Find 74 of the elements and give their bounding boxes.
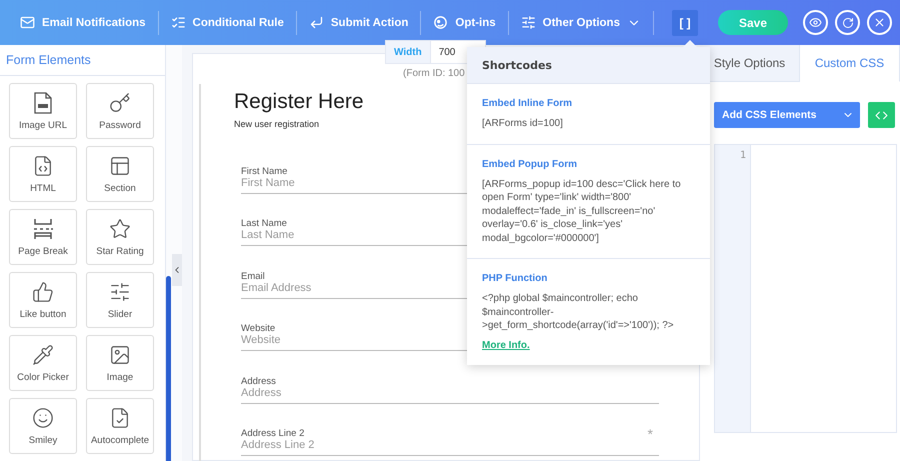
section-layout-icon bbox=[109, 154, 131, 176]
field-label: Address bbox=[241, 376, 276, 386]
tile-label: HTML bbox=[30, 182, 56, 194]
form-subtitle: New user registration bbox=[234, 119, 320, 129]
input-field[interactable]: First Name bbox=[241, 176, 441, 188]
field-label: Website bbox=[241, 323, 276, 334]
form-element-tile[interactable]: Autocomplete bbox=[86, 398, 154, 454]
close-icon bbox=[873, 16, 886, 29]
smiley-icon bbox=[32, 406, 54, 428]
required-mark: * bbox=[648, 426, 653, 442]
shortcode-text: [ARForms_popup id=100 desc='Click here to open Form' type='link' width='800' modaleffect='fade_in' is_fullscreen='no' overlay='0.6' is_close_link='yes' modal_bgcolor='#000000'] bbox=[482, 178, 682, 245]
tile-label: Image bbox=[106, 372, 134, 382]
eye-icon bbox=[809, 16, 822, 29]
tile-label: Image URL bbox=[18, 120, 68, 130]
input-field[interactable]: Email Address bbox=[241, 282, 441, 294]
section-heading: PHP Function bbox=[482, 273, 548, 284]
field-label: First Name bbox=[241, 166, 288, 176]
input-field[interactable]: Address bbox=[241, 386, 441, 398]
check-file-icon bbox=[109, 406, 131, 428]
tile-label: Slider bbox=[108, 308, 132, 320]
refresh-button[interactable] bbox=[835, 10, 860, 35]
form-title: Register Here bbox=[234, 90, 364, 114]
tile-label: Password bbox=[99, 120, 141, 130]
form-id: (Form ID: 100 bbox=[402, 68, 466, 81]
field-label: Email bbox=[241, 270, 265, 282]
shortcode-text: <?php global $maincontroller; echo $maincontroller->get_form_shortcode(array('id'=>'100')); ?> bbox=[482, 292, 675, 332]
refresh-icon bbox=[842, 16, 854, 28]
shortcode-button[interactable]: [ ] bbox=[672, 10, 698, 36]
form-element-tile[interactable]: Slider bbox=[86, 272, 154, 328]
line-number: 1 bbox=[740, 150, 746, 161]
section-heading: Embed Popup Form bbox=[482, 158, 578, 170]
section-heading: Embed Inline Form bbox=[482, 98, 574, 109]
panel-tab[interactable]: Style Options bbox=[700, 45, 800, 82]
form-element-tile[interactable]: HTML bbox=[9, 146, 77, 202]
tile-label: Star Rating bbox=[96, 246, 144, 256]
key-icon bbox=[109, 92, 131, 114]
sliders-icon bbox=[109, 280, 131, 302]
tile-label: Smiley bbox=[28, 434, 58, 446]
input-field[interactable]: Website bbox=[241, 334, 441, 346]
form-element-tile[interactable]: Like button bbox=[9, 272, 77, 328]
input-field[interactable]: Address Line 2 bbox=[241, 439, 441, 451]
checklist-icon bbox=[170, 15, 186, 30]
star-icon bbox=[109, 218, 131, 240]
tile-label: Section bbox=[104, 182, 136, 194]
page-break-icon bbox=[32, 218, 54, 240]
sliders-icon bbox=[520, 15, 536, 30]
code-icon bbox=[875, 108, 888, 122]
url-file-icon bbox=[33, 92, 53, 114]
form-element-tile[interactable]: Image URL bbox=[9, 83, 77, 139]
input-field[interactable]: Last Name bbox=[241, 229, 441, 241]
preview-button[interactable] bbox=[803, 10, 828, 35]
pipette-icon bbox=[32, 344, 54, 366]
field-label: Address Line 2 bbox=[241, 428, 304, 439]
close-button[interactable] bbox=[867, 10, 892, 35]
form-element-tile[interactable]: Section bbox=[86, 146, 154, 202]
image-icon bbox=[109, 344, 131, 366]
tile-label: Autocomplete bbox=[90, 434, 150, 446]
form-element-tile[interactable]: Color Picker bbox=[9, 335, 77, 391]
tile-label: Like button bbox=[20, 308, 66, 320]
form-element-tile[interactable]: Image bbox=[86, 335, 154, 391]
form-element-tile[interactable]: Star Rating bbox=[86, 209, 154, 265]
return-arrow-icon bbox=[308, 15, 324, 30]
mail-icon bbox=[20, 15, 35, 30]
code-window-icon bbox=[32, 154, 54, 176]
tile-label: Color Picker bbox=[17, 372, 69, 382]
thumbs-up-icon bbox=[32, 280, 54, 302]
form-element-tile[interactable]: Page Break bbox=[9, 209, 77, 265]
tile-label: Page Break bbox=[18, 246, 68, 256]
field-label: Last Name bbox=[241, 218, 287, 229]
scrollbar[interactable] bbox=[166, 276, 171, 461]
form-element-tile[interactable]: Smiley bbox=[9, 398, 77, 454]
sidebar-title: Form Elements bbox=[0, 45, 165, 76]
form-element-tile[interactable]: Password bbox=[86, 83, 154, 139]
shortcode-text: [ARForms id=100] bbox=[482, 117, 564, 130]
